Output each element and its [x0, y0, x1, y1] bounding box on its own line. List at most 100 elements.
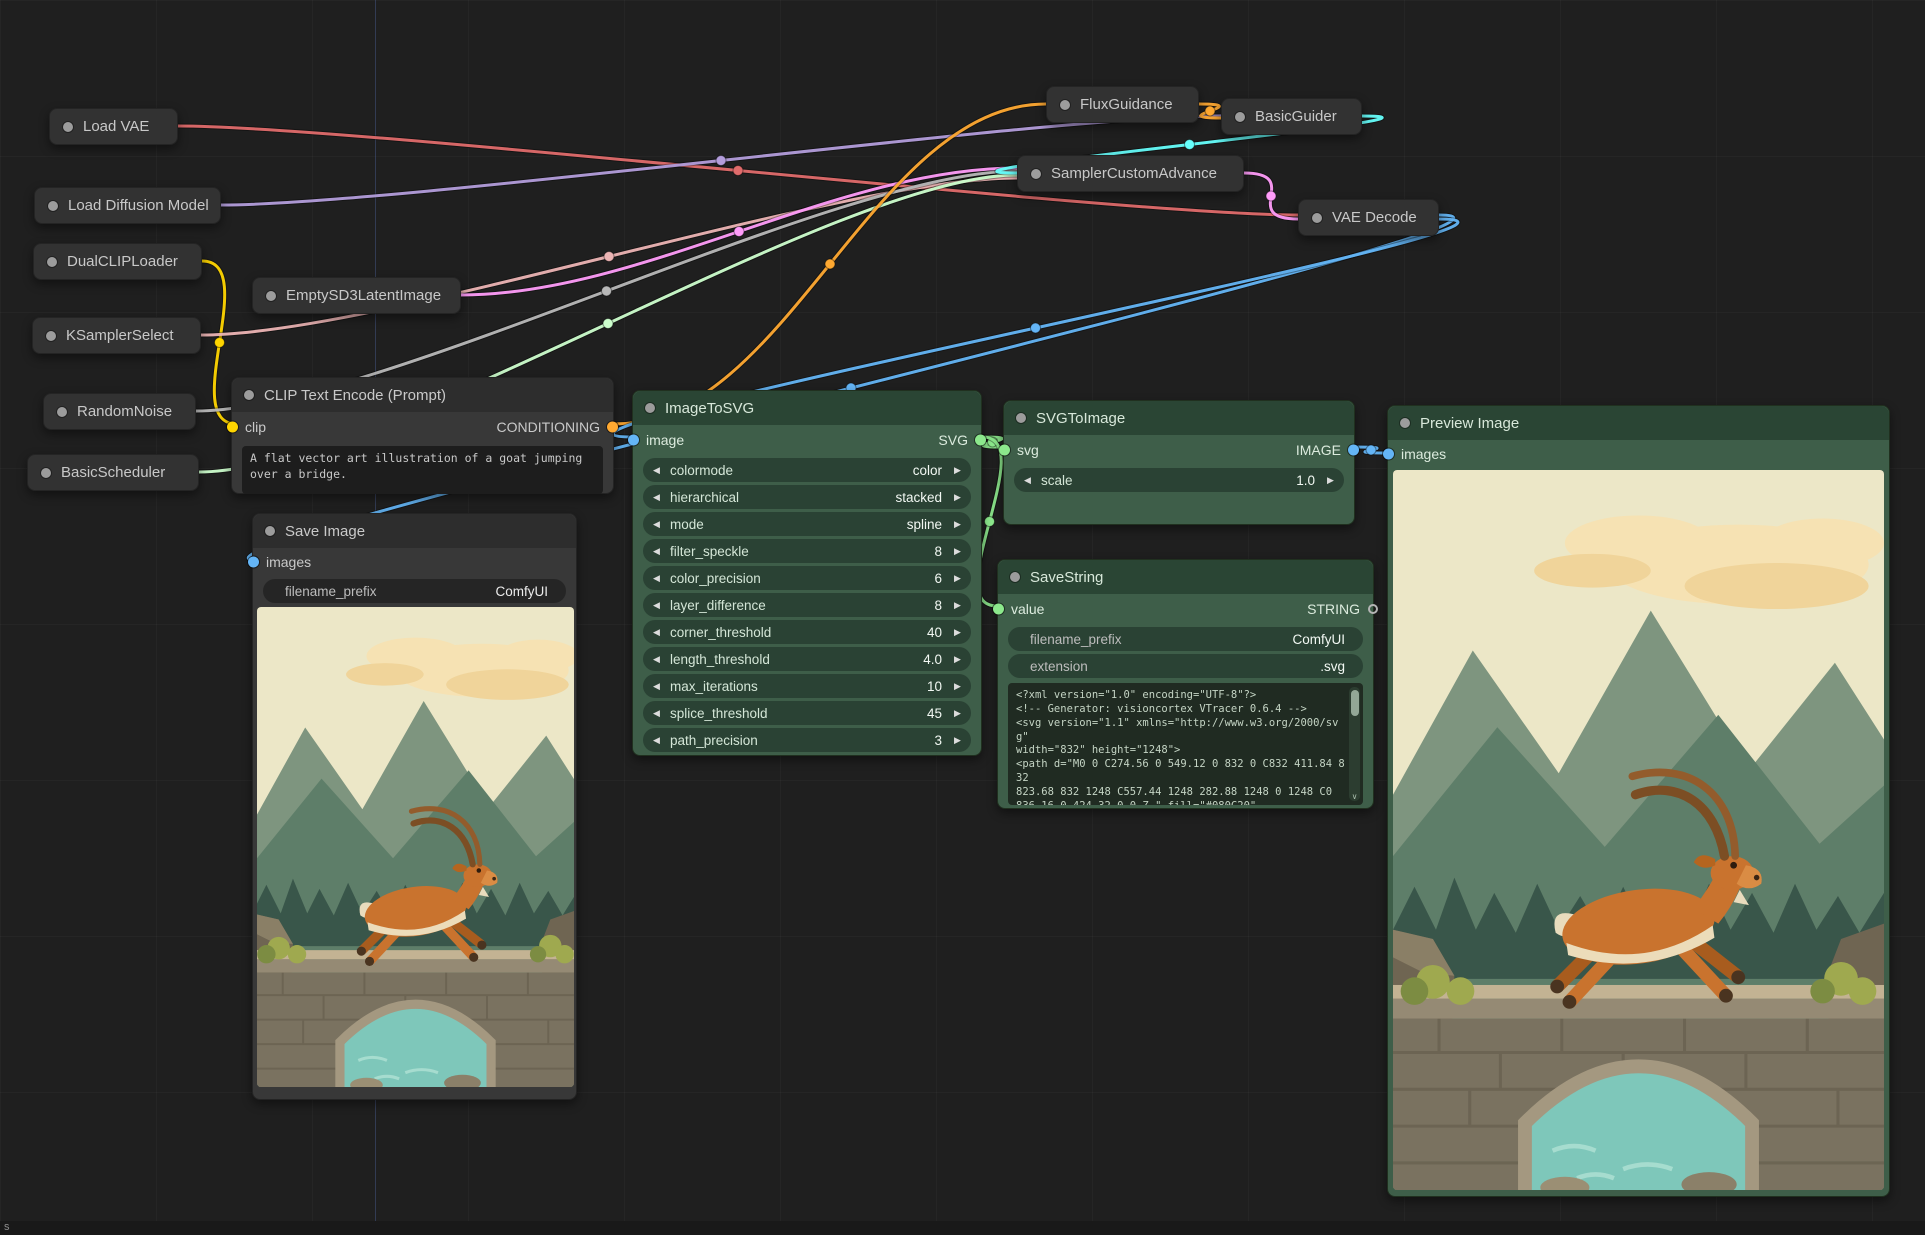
node-header[interactable]: Save Image [253, 514, 576, 548]
filename-prefix-widget[interactable]: filename_prefix ComfyUI [1008, 627, 1363, 651]
wire-midpoint-dot-svg-tostring[interactable] [985, 517, 995, 527]
node-svgtoimage[interactable]: SVGToImage svg IMAGE scale 1.0 [1003, 400, 1355, 525]
node-ksamplerselect[interactable]: KSamplerSelect [32, 317, 201, 354]
wire-midpoint-dot-latent[interactable] [734, 227, 744, 237]
increment-arrow-icon[interactable] [1325, 468, 1336, 492]
scrollbar-thumb[interactable] [1351, 690, 1359, 716]
increment-arrow-icon[interactable] [952, 539, 963, 563]
node-header[interactable]: CLIP Text Encode (Prompt) [232, 378, 613, 412]
decrement-arrow-icon[interactable] [651, 674, 662, 698]
node-dualcliploader[interactable]: DualCLIPLoader [33, 243, 202, 280]
scrollbar[interactable] [1349, 687, 1360, 801]
increment-arrow-icon[interactable] [952, 701, 963, 725]
conditioning-output-socket[interactable] [607, 422, 618, 433]
wire-midpoint-dot-sigmas[interactable] [603, 319, 613, 329]
node-load-vae[interactable]: Load VAE [49, 108, 178, 145]
node-savestring[interactable]: SaveString value STRING filename_prefix … [997, 559, 1374, 809]
node-vae-decode[interactable]: VAE Decode [1298, 199, 1439, 236]
increment-arrow-icon[interactable] [952, 728, 963, 752]
clip-input-socket[interactable] [227, 422, 238, 433]
hierarchical-widget[interactable]: hierarchical stacked [643, 485, 971, 509]
wire-midpoint-dot-guider[interactable] [1185, 140, 1195, 150]
node-basicguider[interactable]: BasicGuider [1221, 98, 1362, 135]
increment-arrow-icon[interactable] [952, 512, 963, 536]
increment-arrow-icon[interactable] [952, 647, 963, 671]
node-header[interactable]: Preview Image [1388, 406, 1889, 440]
length-threshold-widget[interactable]: length_threshold 4.0 [643, 647, 971, 671]
collapse-dot-icon[interactable] [244, 390, 254, 400]
wire-midpoint-dot-conditioning[interactable] [825, 259, 835, 269]
wire-midpoint-dot-latent-2[interactable] [1266, 191, 1276, 201]
collapse-dot-icon[interactable] [1016, 413, 1026, 423]
image-input-socket[interactable] [628, 435, 639, 446]
wire-midpoint-dot-vae[interactable] [733, 166, 743, 176]
collapse-dot-icon[interactable] [1010, 572, 1020, 582]
mode-widget[interactable]: mode spline [643, 512, 971, 536]
prompt-textarea[interactable]: A flat vector art illustration of a goat… [242, 446, 603, 494]
svg-xml-textarea[interactable]: <?xml version="1.0" encoding="UTF-8"?> <… [1008, 683, 1363, 805]
node-header[interactable]: SVGToImage [1004, 401, 1354, 435]
node-emptysd3latentimage[interactable]: EmptySD3LatentImage [252, 277, 461, 314]
decrement-arrow-icon[interactable] [651, 593, 662, 617]
wire-midpoint-dot-image-preview[interactable] [1366, 445, 1376, 455]
node-clip-text-encode[interactable]: CLIP Text Encode (Prompt) clip CONDITION… [231, 377, 614, 494]
collapse-dot-icon[interactable] [47, 257, 57, 267]
extension-widget[interactable]: extension .svg [1008, 654, 1363, 678]
node-header[interactable]: SaveString [998, 560, 1373, 594]
layer-difference-widget[interactable]: layer_difference 8 [643, 593, 971, 617]
decrement-arrow-icon[interactable] [651, 701, 662, 725]
wire-midpoint-dot-clip[interactable] [215, 338, 225, 348]
path-precision-widget[interactable]: path_precision 3 [643, 728, 971, 752]
svg-output-socket[interactable] [975, 435, 986, 446]
collapse-dot-icon[interactable] [266, 291, 276, 301]
decrement-arrow-icon[interactable] [1022, 468, 1033, 492]
decrement-arrow-icon[interactable] [651, 647, 662, 671]
decrement-arrow-icon[interactable] [651, 512, 662, 536]
value-input-socket[interactable] [993, 604, 1004, 615]
increment-arrow-icon[interactable] [952, 485, 963, 509]
scale-widget[interactable]: scale 1.0 [1014, 468, 1344, 492]
node-randomnoise[interactable]: RandomNoise [43, 393, 196, 430]
increment-arrow-icon[interactable] [952, 674, 963, 698]
wire-midpoint-dot-conditioning-2[interactable] [1205, 106, 1215, 116]
decrement-arrow-icon[interactable] [651, 728, 662, 752]
wire-midpoint-dot-noise[interactable] [602, 286, 612, 296]
decrement-arrow-icon[interactable] [651, 458, 662, 482]
increment-arrow-icon[interactable] [952, 620, 963, 644]
string-output-socket[interactable] [1368, 604, 1378, 614]
collapse-dot-icon[interactable] [1312, 213, 1322, 223]
collapse-dot-icon[interactable] [63, 122, 73, 132]
increment-arrow-icon[interactable] [952, 458, 963, 482]
images-input-socket[interactable] [1383, 449, 1394, 460]
colormode-widget[interactable]: colormode color [643, 458, 971, 482]
collapse-dot-icon[interactable] [645, 403, 655, 413]
decrement-arrow-icon[interactable] [651, 566, 662, 590]
collapse-dot-icon[interactable] [48, 201, 58, 211]
node-save-image[interactable]: Save Image images filename_prefix ComfyU… [252, 513, 577, 1100]
node-basicscheduler[interactable]: BasicScheduler [27, 454, 199, 491]
collapse-dot-icon[interactable] [265, 526, 275, 536]
decrement-arrow-icon[interactable] [651, 620, 662, 644]
corner-threshold-widget[interactable]: corner_threshold 40 [643, 620, 971, 644]
max-iterations-widget[interactable]: max_iterations 10 [643, 674, 971, 698]
increment-arrow-icon[interactable] [952, 593, 963, 617]
collapse-dot-icon[interactable] [57, 407, 67, 417]
wire-midpoint-dot-image-tosvg[interactable] [1031, 323, 1041, 333]
node-fluxguidance[interactable]: FluxGuidance [1046, 86, 1199, 123]
decrement-arrow-icon[interactable] [651, 485, 662, 509]
image-output-socket[interactable] [1348, 445, 1359, 456]
collapse-dot-icon[interactable] [1031, 169, 1041, 179]
collapse-dot-icon[interactable] [1060, 100, 1070, 110]
node-preview-image[interactable]: Preview Image images [1387, 405, 1890, 1197]
node-samplercustomadvance[interactable]: SamplerCustomAdvance [1017, 155, 1244, 192]
scroll-down-icon[interactable] [1349, 792, 1360, 801]
splice-threshold-widget[interactable]: splice_threshold 45 [643, 701, 971, 725]
wire-midpoint-dot-sampler[interactable] [604, 252, 614, 262]
filter-speckle-widget[interactable]: filter_speckle 8 [643, 539, 971, 563]
decrement-arrow-icon[interactable] [651, 539, 662, 563]
collapse-dot-icon[interactable] [46, 331, 56, 341]
node-header[interactable]: ImageToSVG [633, 391, 981, 425]
wire-midpoint-dot-model[interactable] [716, 156, 726, 166]
color-precision-widget[interactable]: color_precision 6 [643, 566, 971, 590]
svg-input-socket[interactable] [999, 445, 1010, 456]
